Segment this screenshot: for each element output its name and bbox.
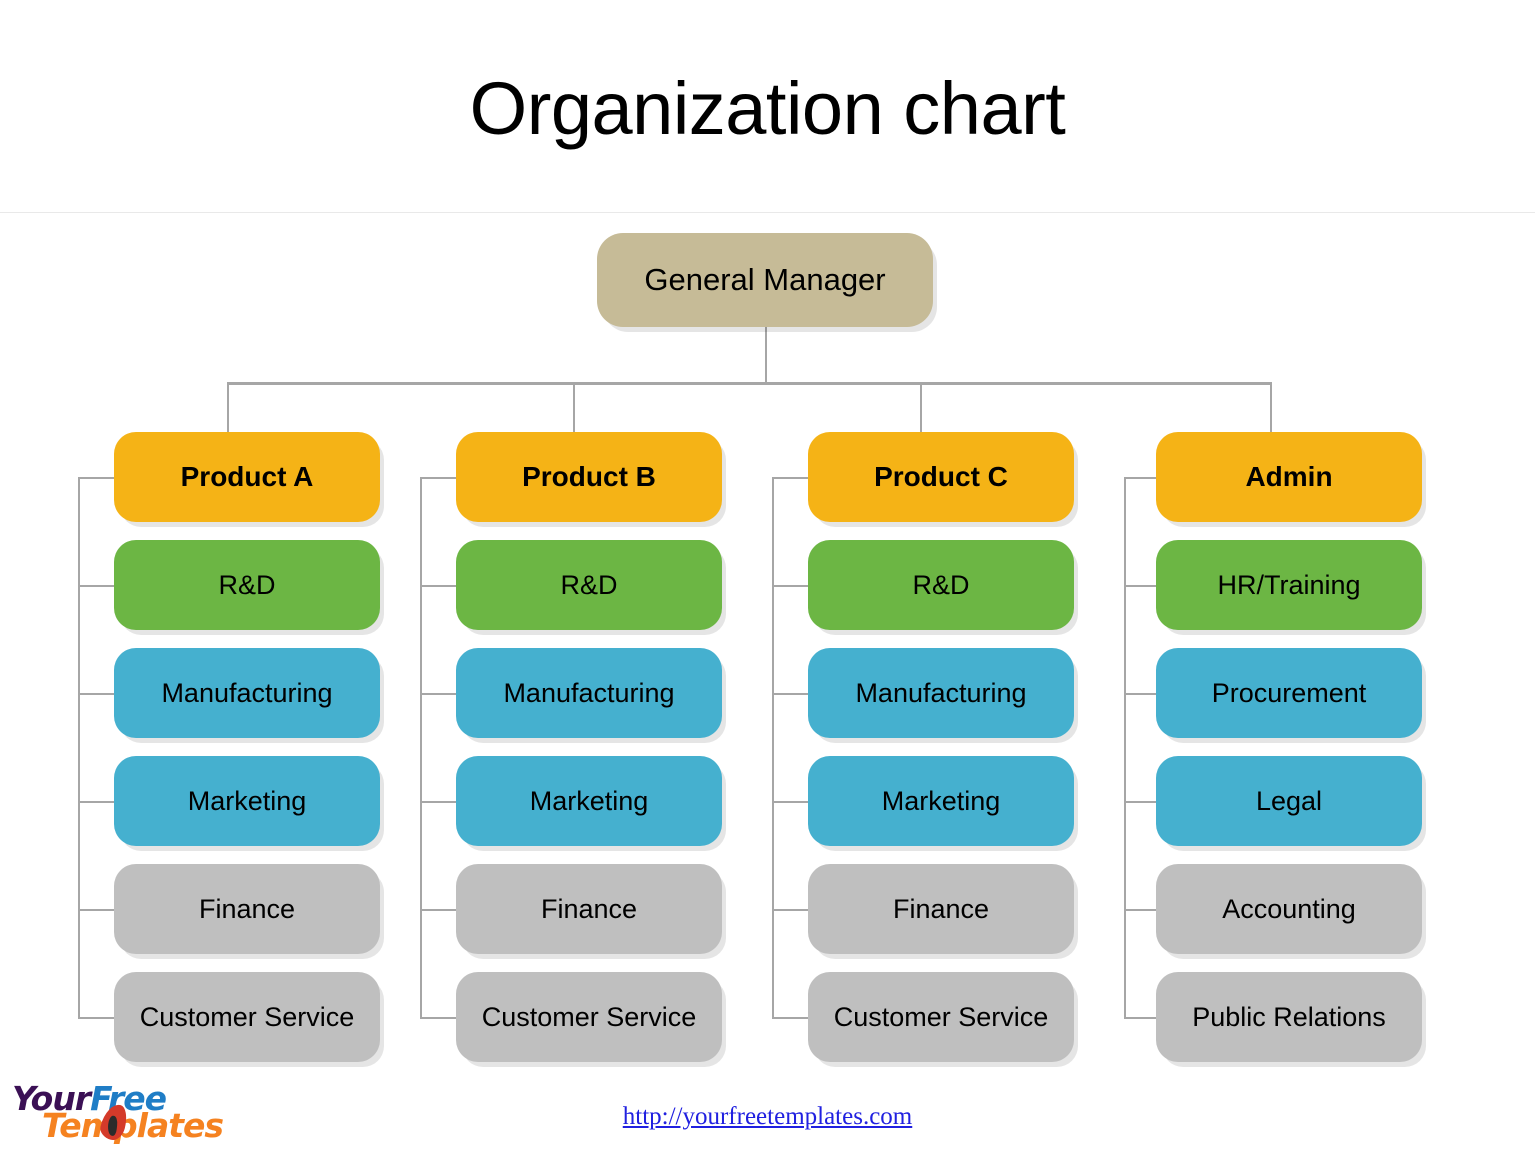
node-label: Finance xyxy=(198,893,296,924)
connector-stub-3-4 xyxy=(772,909,808,911)
connector-stub-1-3 xyxy=(78,801,114,803)
node-label: Procurement xyxy=(1211,677,1367,708)
node-product-c-marketing[interactable]: Marketing xyxy=(808,756,1074,846)
connector-stub-1-2 xyxy=(78,693,114,695)
node-admin-legal[interactable]: Legal xyxy=(1156,756,1422,846)
footer-url-link[interactable]: http://yourfreetemplates.com xyxy=(0,1103,1535,1131)
node-label: Marketing xyxy=(529,785,649,816)
connector-spine-1 xyxy=(78,477,80,1019)
connector-stub-2-4 xyxy=(420,909,456,911)
node-label: R&D xyxy=(218,569,276,600)
connector-stub-2-2 xyxy=(420,693,456,695)
node-label: Accounting xyxy=(1222,893,1356,924)
connector-stub-3-2 xyxy=(772,693,808,695)
connector-stub-2-5 xyxy=(420,1017,456,1019)
node-label: Customer Service xyxy=(833,1001,1049,1032)
node-label: Product B xyxy=(522,461,656,492)
connector-stub-3-lead xyxy=(772,477,808,479)
connector-stub-4-3 xyxy=(1124,801,1156,803)
node-label: Finance xyxy=(540,893,638,924)
connector-drop-2 xyxy=(573,382,575,432)
node-admin-procurement[interactable]: Procurement xyxy=(1156,648,1422,738)
node-label: Admin xyxy=(1245,461,1333,492)
connector-stub-4-4 xyxy=(1124,909,1156,911)
node-product-c-customer-service[interactable]: Customer Service xyxy=(808,972,1074,1062)
connector-spine-2 xyxy=(420,477,422,1019)
node-label: General Manager xyxy=(644,262,886,297)
node-admin[interactable]: Admin xyxy=(1156,432,1422,522)
node-label: Customer Service xyxy=(481,1001,697,1032)
node-product-a[interactable]: Product A xyxy=(114,432,380,522)
node-label: Legal xyxy=(1255,785,1323,816)
node-product-b-customer-service[interactable]: Customer Service xyxy=(456,972,722,1062)
connector-root-stem xyxy=(765,327,767,385)
node-product-c-r-d[interactable]: R&D xyxy=(808,540,1074,630)
slide-canvas: Organization chart General Manager Produc… xyxy=(0,0,1535,1151)
node-label: Product C xyxy=(874,461,1008,492)
node-product-c-manufacturing[interactable]: Manufacturing xyxy=(808,648,1074,738)
connector-drop-1 xyxy=(227,382,229,432)
connector-stub-4-1 xyxy=(1124,585,1156,587)
node-admin-hr-training[interactable]: HR/Training xyxy=(1156,540,1422,630)
connector-drop-3 xyxy=(920,382,922,432)
node-label: Manufacturing xyxy=(503,677,675,708)
connector-stub-4-2 xyxy=(1124,693,1156,695)
connector-stub-2-3 xyxy=(420,801,456,803)
node-label: Marketing xyxy=(881,785,1001,816)
node-label: R&D xyxy=(912,569,970,600)
connector-stub-2-1 xyxy=(420,585,456,587)
node-product-a-marketing[interactable]: Marketing xyxy=(114,756,380,846)
node-label: Public Relations xyxy=(1192,1001,1386,1032)
node-product-c-finance[interactable]: Finance xyxy=(808,864,1074,954)
node-product-a-customer-service[interactable]: Customer Service xyxy=(114,972,380,1062)
connector-stub-4-5 xyxy=(1124,1017,1156,1019)
connector-stub-1-1 xyxy=(78,585,114,587)
node-product-a-finance[interactable]: Finance xyxy=(114,864,380,954)
node-product-b-r-d[interactable]: R&D xyxy=(456,540,722,630)
node-product-b-marketing[interactable]: Marketing xyxy=(456,756,722,846)
node-label: Customer Service xyxy=(139,1001,355,1032)
connector-stub-3-1 xyxy=(772,585,808,587)
node-label: R&D xyxy=(560,569,618,600)
node-admin-public-relations[interactable]: Public Relations xyxy=(1156,972,1422,1062)
connector-spine-4 xyxy=(1124,477,1126,1019)
node-label: Manufacturing xyxy=(855,677,1027,708)
connector-stub-2-lead xyxy=(420,477,456,479)
node-label: Marketing xyxy=(187,785,307,816)
node-label: Product A xyxy=(180,461,314,492)
node-label: Finance xyxy=(892,893,990,924)
node-admin-accounting[interactable]: Accounting xyxy=(1156,864,1422,954)
node-product-b[interactable]: Product B xyxy=(456,432,722,522)
connector-stub-3-5 xyxy=(772,1017,808,1019)
page-title: Organization chart xyxy=(469,67,1066,150)
connector-spine-3 xyxy=(772,477,774,1019)
connector-stub-1-lead xyxy=(78,477,114,479)
connector-bus xyxy=(227,382,1270,385)
title-divider xyxy=(0,212,1535,213)
connector-drop-4 xyxy=(1270,382,1272,432)
node-label: HR/Training xyxy=(1217,569,1361,600)
node-product-a-r-d[interactable]: R&D xyxy=(114,540,380,630)
node-product-c[interactable]: Product C xyxy=(808,432,1074,522)
node-label: Manufacturing xyxy=(161,677,333,708)
connector-stub-4-lead xyxy=(1124,477,1156,479)
node-general-manager[interactable]: General Manager xyxy=(597,233,933,327)
node-product-b-manufacturing[interactable]: Manufacturing xyxy=(456,648,722,738)
node-product-b-finance[interactable]: Finance xyxy=(456,864,722,954)
connector-stub-1-4 xyxy=(78,909,114,911)
node-product-a-manufacturing[interactable]: Manufacturing xyxy=(114,648,380,738)
connector-stub-1-5 xyxy=(78,1017,114,1019)
connector-stub-3-3 xyxy=(772,801,808,803)
